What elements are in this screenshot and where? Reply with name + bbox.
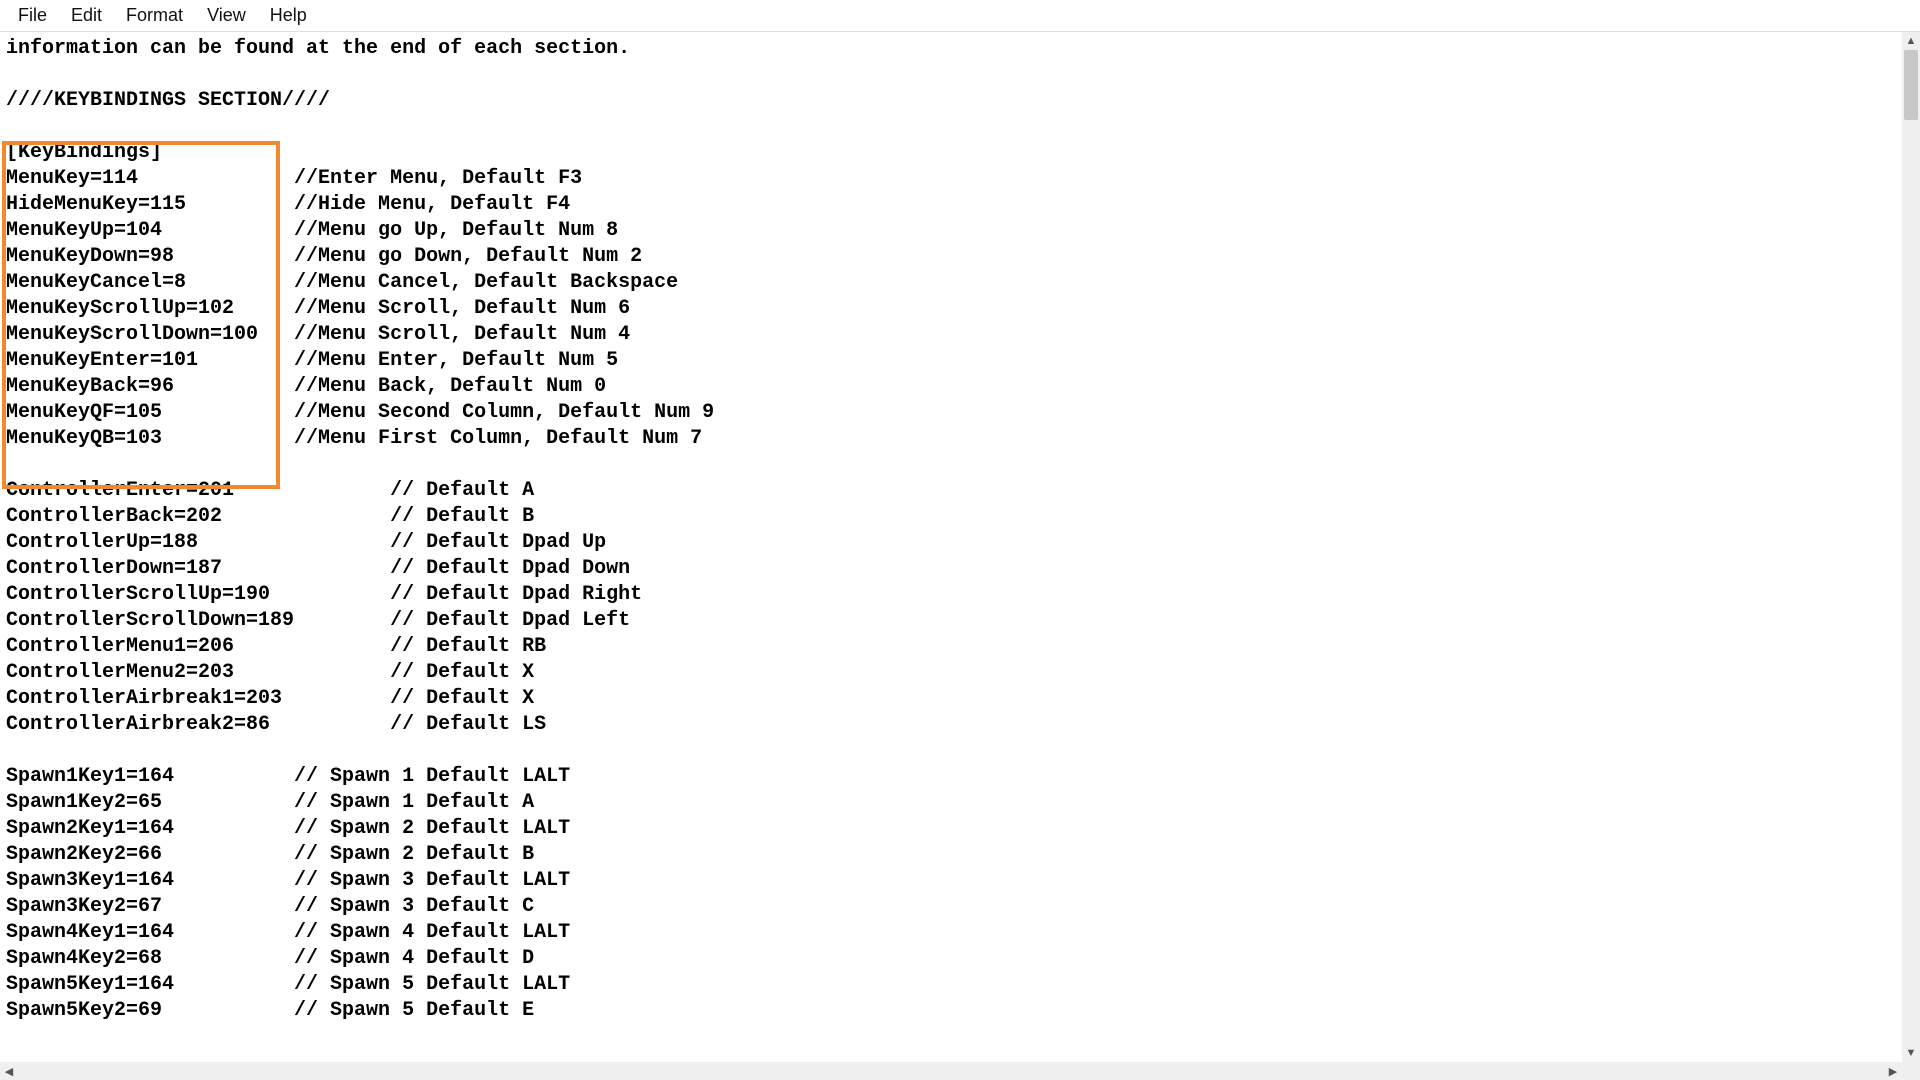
controller-line: ControllerDown=187// Default Dpad Down bbox=[6, 556, 1896, 582]
keybinding-line: MenuKeyEnter=101//Menu Enter, Default Nu… bbox=[6, 348, 1896, 374]
keybinding-line: MenuKeyScrollUp=102//Menu Scroll, Defaul… bbox=[6, 296, 1896, 322]
keybinding-line: MenuKey=114//Enter Menu, Default F3 bbox=[6, 166, 1896, 192]
scroll-up-arrow-icon[interactable]: ▲ bbox=[1902, 32, 1920, 50]
scroll-right-arrow-icon[interactable]: ▶ bbox=[1884, 1062, 1902, 1080]
controller-line: ControllerEnter=201// Default A bbox=[6, 478, 1896, 504]
spawn-line: Spawn4Key2=68// Spawn 4 Default D bbox=[6, 946, 1896, 972]
keybindings-header: [KeyBindings] bbox=[6, 140, 1896, 166]
menu-help[interactable]: Help bbox=[258, 3, 319, 28]
spawn-line: Spawn2Key1=164// Spawn 2 Default LALT bbox=[6, 816, 1896, 842]
menu-file[interactable]: File bbox=[6, 3, 59, 28]
spawn-line: Spawn4Key1=164// Spawn 4 Default LALT bbox=[6, 920, 1896, 946]
text-editor-area[interactable]: information can be found at the end of e… bbox=[0, 32, 1902, 1062]
scroll-left-arrow-icon[interactable]: ◀ bbox=[0, 1062, 18, 1080]
controller-line: ControllerScrollDown=189// Default Dpad … bbox=[6, 608, 1896, 634]
menu-view[interactable]: View bbox=[195, 3, 258, 28]
spawn-line: Spawn1Key2=65// Spawn 1 Default A bbox=[6, 790, 1896, 816]
menu-format[interactable]: Format bbox=[114, 3, 195, 28]
text-line bbox=[6, 114, 1896, 140]
keybinding-line: MenuKeyQB=103//Menu First Column, Defaul… bbox=[6, 426, 1896, 452]
text-line bbox=[6, 452, 1896, 478]
controller-line: ControllerBack=202// Default B bbox=[6, 504, 1896, 530]
keybinding-line: MenuKeyBack=96//Menu Back, Default Num 0 bbox=[6, 374, 1896, 400]
spawn-line: Spawn2Key2=66// Spawn 2 Default B bbox=[6, 842, 1896, 868]
spawn-line: Spawn3Key1=164// Spawn 3 Default LALT bbox=[6, 868, 1896, 894]
intro-line: information can be found at the end of e… bbox=[6, 36, 1896, 62]
spawn-line: Spawn5Key1=164// Spawn 5 Default LALT bbox=[6, 972, 1896, 998]
keybinding-line: MenuKeyDown=98//Menu go Down, Default Nu… bbox=[6, 244, 1896, 270]
keybinding-line: MenuKeyUp=104//Menu go Up, Default Num 8 bbox=[6, 218, 1896, 244]
spawn-line: Spawn5Key2=69// Spawn 5 Default E bbox=[6, 998, 1896, 1024]
keybinding-line: MenuKeyCancel=8//Menu Cancel, Default Ba… bbox=[6, 270, 1896, 296]
vertical-scroll-thumb[interactable] bbox=[1904, 50, 1918, 120]
keybinding-line: MenuKeyScrollDown=100//Menu Scroll, Defa… bbox=[6, 322, 1896, 348]
text-line bbox=[6, 738, 1896, 764]
text-line bbox=[6, 62, 1896, 88]
editor-wrap: information can be found at the end of e… bbox=[0, 32, 1920, 1080]
controller-line: ControllerScrollUp=190// Default Dpad Ri… bbox=[6, 582, 1896, 608]
controller-line: ControllerUp=188// Default Dpad Up bbox=[6, 530, 1896, 556]
horizontal-scrollbar[interactable]: ◀ ▶ bbox=[0, 1062, 1902, 1080]
spawn-line: Spawn3Key2=67// Spawn 3 Default C bbox=[6, 894, 1896, 920]
keybinding-line: MenuKeyQF=105//Menu Second Column, Defau… bbox=[6, 400, 1896, 426]
vertical-scrollbar[interactable]: ▲ ▼ bbox=[1902, 32, 1920, 1062]
controller-line: ControllerAirbreak1=203// Default X bbox=[6, 686, 1896, 712]
scroll-down-arrow-icon[interactable]: ▼ bbox=[1902, 1044, 1920, 1062]
controller-line: ControllerAirbreak2=86// Default LS bbox=[6, 712, 1896, 738]
keybinding-line: HideMenuKey=115//Hide Menu, Default F4 bbox=[6, 192, 1896, 218]
section-header: ////KEYBINDINGS SECTION//// bbox=[6, 88, 1896, 114]
controller-line: ControllerMenu1=206// Default RB bbox=[6, 634, 1896, 660]
controller-line: ControllerMenu2=203// Default X bbox=[6, 660, 1896, 686]
spawn-line: Spawn1Key1=164// Spawn 1 Default LALT bbox=[6, 764, 1896, 790]
scrollbar-corner bbox=[1902, 1062, 1920, 1080]
menubar: FileEditFormatViewHelp bbox=[0, 0, 1920, 32]
menu-edit[interactable]: Edit bbox=[59, 3, 114, 28]
